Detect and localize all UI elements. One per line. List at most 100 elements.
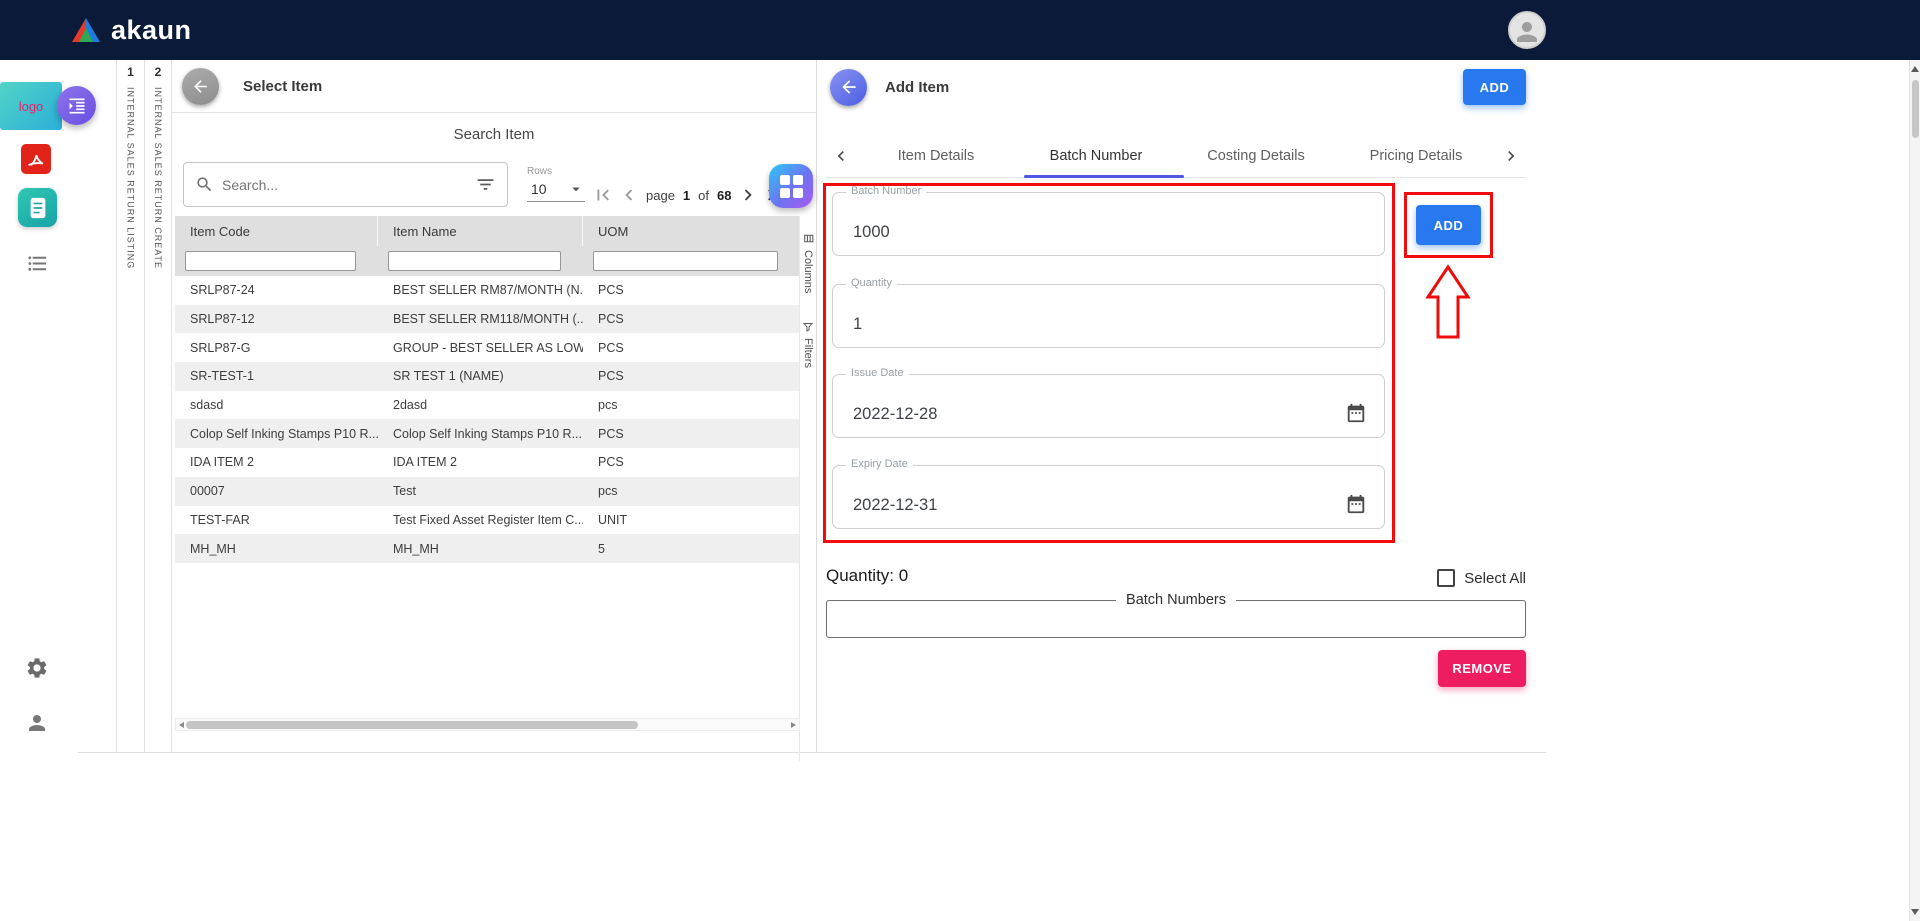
table-row[interactable]: sdasd 2dasd pcs <box>175 391 800 420</box>
next-page-button[interactable] <box>735 184 761 206</box>
tab-pricing-details[interactable]: Pricing Details <box>1336 148 1496 164</box>
pdf-app-icon[interactable] <box>21 144 51 174</box>
rows-per-page-select[interactable]: Rows 10 <box>527 166 585 202</box>
chevron-down-icon <box>567 180 585 198</box>
akaun-triangle-icon <box>70 16 102 44</box>
cell-uom: PCS <box>583 427 800 441</box>
cell-item-name: SR TEST 1 (NAME) <box>378 369 583 383</box>
grid-view-button[interactable] <box>769 164 813 208</box>
filters-toggle[interactable]: Filters <box>800 321 816 368</box>
cell-item-code: SR-TEST-1 <box>175 369 378 383</box>
table-row[interactable]: TEST-FAR Test Fixed Asset Register Item … <box>175 506 800 535</box>
filter-item-code-input[interactable] <box>185 251 356 271</box>
page-current: 1 <box>683 188 690 203</box>
scroll-down-icon[interactable] <box>1911 909 1919 915</box>
chevron-left-icon <box>618 184 640 206</box>
table-row[interactable]: SR-TEST-1 SR TEST 1 (NAME) PCS <box>175 362 800 391</box>
cell-uom: pcs <box>583 484 800 498</box>
settings-icon[interactable] <box>25 656 49 680</box>
search-input[interactable] <box>222 177 467 193</box>
vertical-tab-create[interactable]: 2 INTERNAL SALES RETURN CREATE <box>144 60 172 752</box>
batch-number-field[interactable]: Batch Number 1000 <box>832 192 1385 256</box>
quantity-summary: Quantity: 0 <box>826 566 908 586</box>
cell-uom: 5 <box>583 542 800 556</box>
app-logo[interactable]: logo <box>0 82 62 130</box>
scroll-right-icon[interactable] <box>791 722 796 728</box>
panel-title: Select Item <box>243 78 322 95</box>
table-filter-row <box>175 246 800 276</box>
cell-item-code: IDA ITEM 2 <box>175 455 378 469</box>
cell-uom: pcs <box>583 398 800 412</box>
page-scrollbar-thumb[interactable] <box>1912 80 1919 138</box>
first-page-button[interactable] <box>590 184 616 206</box>
back-button[interactable] <box>182 68 219 105</box>
table-row[interactable]: IDA ITEM 2 IDA ITEM 2 PCS <box>175 448 800 477</box>
vertical-tab-listing[interactable]: 1 INTERNAL SALES RETURN LISTING <box>116 60 144 752</box>
filter-item-name-input[interactable] <box>388 251 561 271</box>
quantity-field[interactable]: Quantity 1 <box>832 284 1385 348</box>
column-header-item-code[interactable]: Item Code <box>175 216 378 246</box>
add-batch-button[interactable]: ADD <box>1416 205 1481 245</box>
pagination: page 1 of 68 <box>590 182 787 208</box>
cell-item-code: SRLP87-G <box>175 341 378 355</box>
tabs-scroll-left-button[interactable] <box>826 146 856 166</box>
active-tab-indicator <box>1024 175 1184 178</box>
cell-uom: PCS <box>583 369 800 383</box>
cell-item-name: BEST SELLER RM118/MONTH (... <box>378 312 583 326</box>
tabs-scroll-right-button[interactable] <box>1496 146 1526 166</box>
expiry-date-field[interactable]: Expiry Date 2022-12-31 <box>832 465 1385 529</box>
table-row[interactable]: 00007 Test pcs <box>175 477 800 506</box>
table-row[interactable]: SRLP87-24 BEST SELLER RM87/MONTH (N... P… <box>175 276 800 305</box>
items-table: Item Code Item Name UOM SRLP87-24 BEST S… <box>175 216 800 563</box>
select-item-panel: Select Item Search Item Rows 10 page 1 o… <box>172 60 817 752</box>
scroll-up-icon[interactable] <box>1911 66 1919 72</box>
erp-app-icon[interactable] <box>18 188 57 227</box>
filter-uom-input[interactable] <box>593 251 778 271</box>
cell-item-name: BEST SELLER RM87/MONTH (N... <box>378 283 583 297</box>
app-logo-text: logo <box>19 99 44 114</box>
cell-item-code: MH_MH <box>175 542 378 556</box>
tab-costing-details[interactable]: Costing Details <box>1176 148 1336 164</box>
vertical-tab-strip: 1 INTERNAL SALES RETURN LISTING 2 INTERN… <box>78 60 172 752</box>
horizontal-scrollbar[interactable] <box>175 718 800 731</box>
calendar-icon[interactable] <box>1345 493 1367 515</box>
user-avatar[interactable] <box>1508 11 1546 49</box>
profile-icon[interactable] <box>25 711 49 735</box>
tab-batch-number[interactable]: Batch Number <box>1016 148 1176 164</box>
issue-date-field[interactable]: Issue Date 2022-12-28 <box>832 374 1385 438</box>
select-all-checkbox[interactable] <box>1437 569 1455 587</box>
column-header-item-name[interactable]: Item Name <box>378 216 583 246</box>
chevron-right-icon <box>1501 146 1521 166</box>
remove-button[interactable]: REMOVE <box>1438 650 1526 687</box>
add-item-tabs: Item Details Batch Number Costing Detail… <box>826 135 1526 177</box>
table-row[interactable]: Colop Self Inking Stamps P10 R... Colop … <box>175 419 800 448</box>
cell-item-name: GROUP - BEST SELLER AS LOW ... <box>378 341 583 355</box>
add-item-panel: Add Item ADD Item Details Batch Number C… <box>818 60 1546 752</box>
previous-page-button[interactable] <box>616 184 642 206</box>
person-icon <box>1512 17 1542 47</box>
cell-uom: UNIT <box>583 513 800 527</box>
brand-logo[interactable]: akaun <box>70 0 192 60</box>
horizontal-scrollbar-thumb[interactable] <box>186 721 638 729</box>
page-scrollbar[interactable] <box>1909 60 1920 921</box>
table-row[interactable]: SRLP87-G GROUP - BEST SELLER AS LOW ... … <box>175 333 800 362</box>
batch-numbers-legend: Batch Numbers <box>1116 592 1236 608</box>
back-button[interactable] <box>830 69 867 106</box>
chevron-left-icon <box>831 146 851 166</box>
filter-list-icon[interactable] <box>475 174 496 195</box>
cell-item-name: Test <box>378 484 583 498</box>
cell-item-code: TEST-FAR <box>175 513 378 527</box>
list-menu-icon[interactable] <box>26 252 49 275</box>
field-value: 2022-12-28 <box>853 405 937 424</box>
table-row[interactable]: MH_MH MH_MH 5 <box>175 534 800 563</box>
table-row[interactable]: SRLP87-12 BEST SELLER RM118/MONTH (... P… <box>175 305 800 334</box>
add-item-submit-button[interactable]: ADD <box>1463 69 1526 105</box>
columns-toggle[interactable]: Columns <box>800 232 816 293</box>
columns-toggle-label: Columns <box>802 250 814 293</box>
scroll-left-icon[interactable] <box>179 722 184 728</box>
column-header-uom[interactable]: UOM <box>583 216 800 246</box>
calendar-icon[interactable] <box>1345 402 1367 424</box>
tab-item-details[interactable]: Item Details <box>856 148 1016 164</box>
sidebar-toggle-button[interactable] <box>57 86 96 125</box>
filters-toggle-label: Filters <box>802 338 814 368</box>
